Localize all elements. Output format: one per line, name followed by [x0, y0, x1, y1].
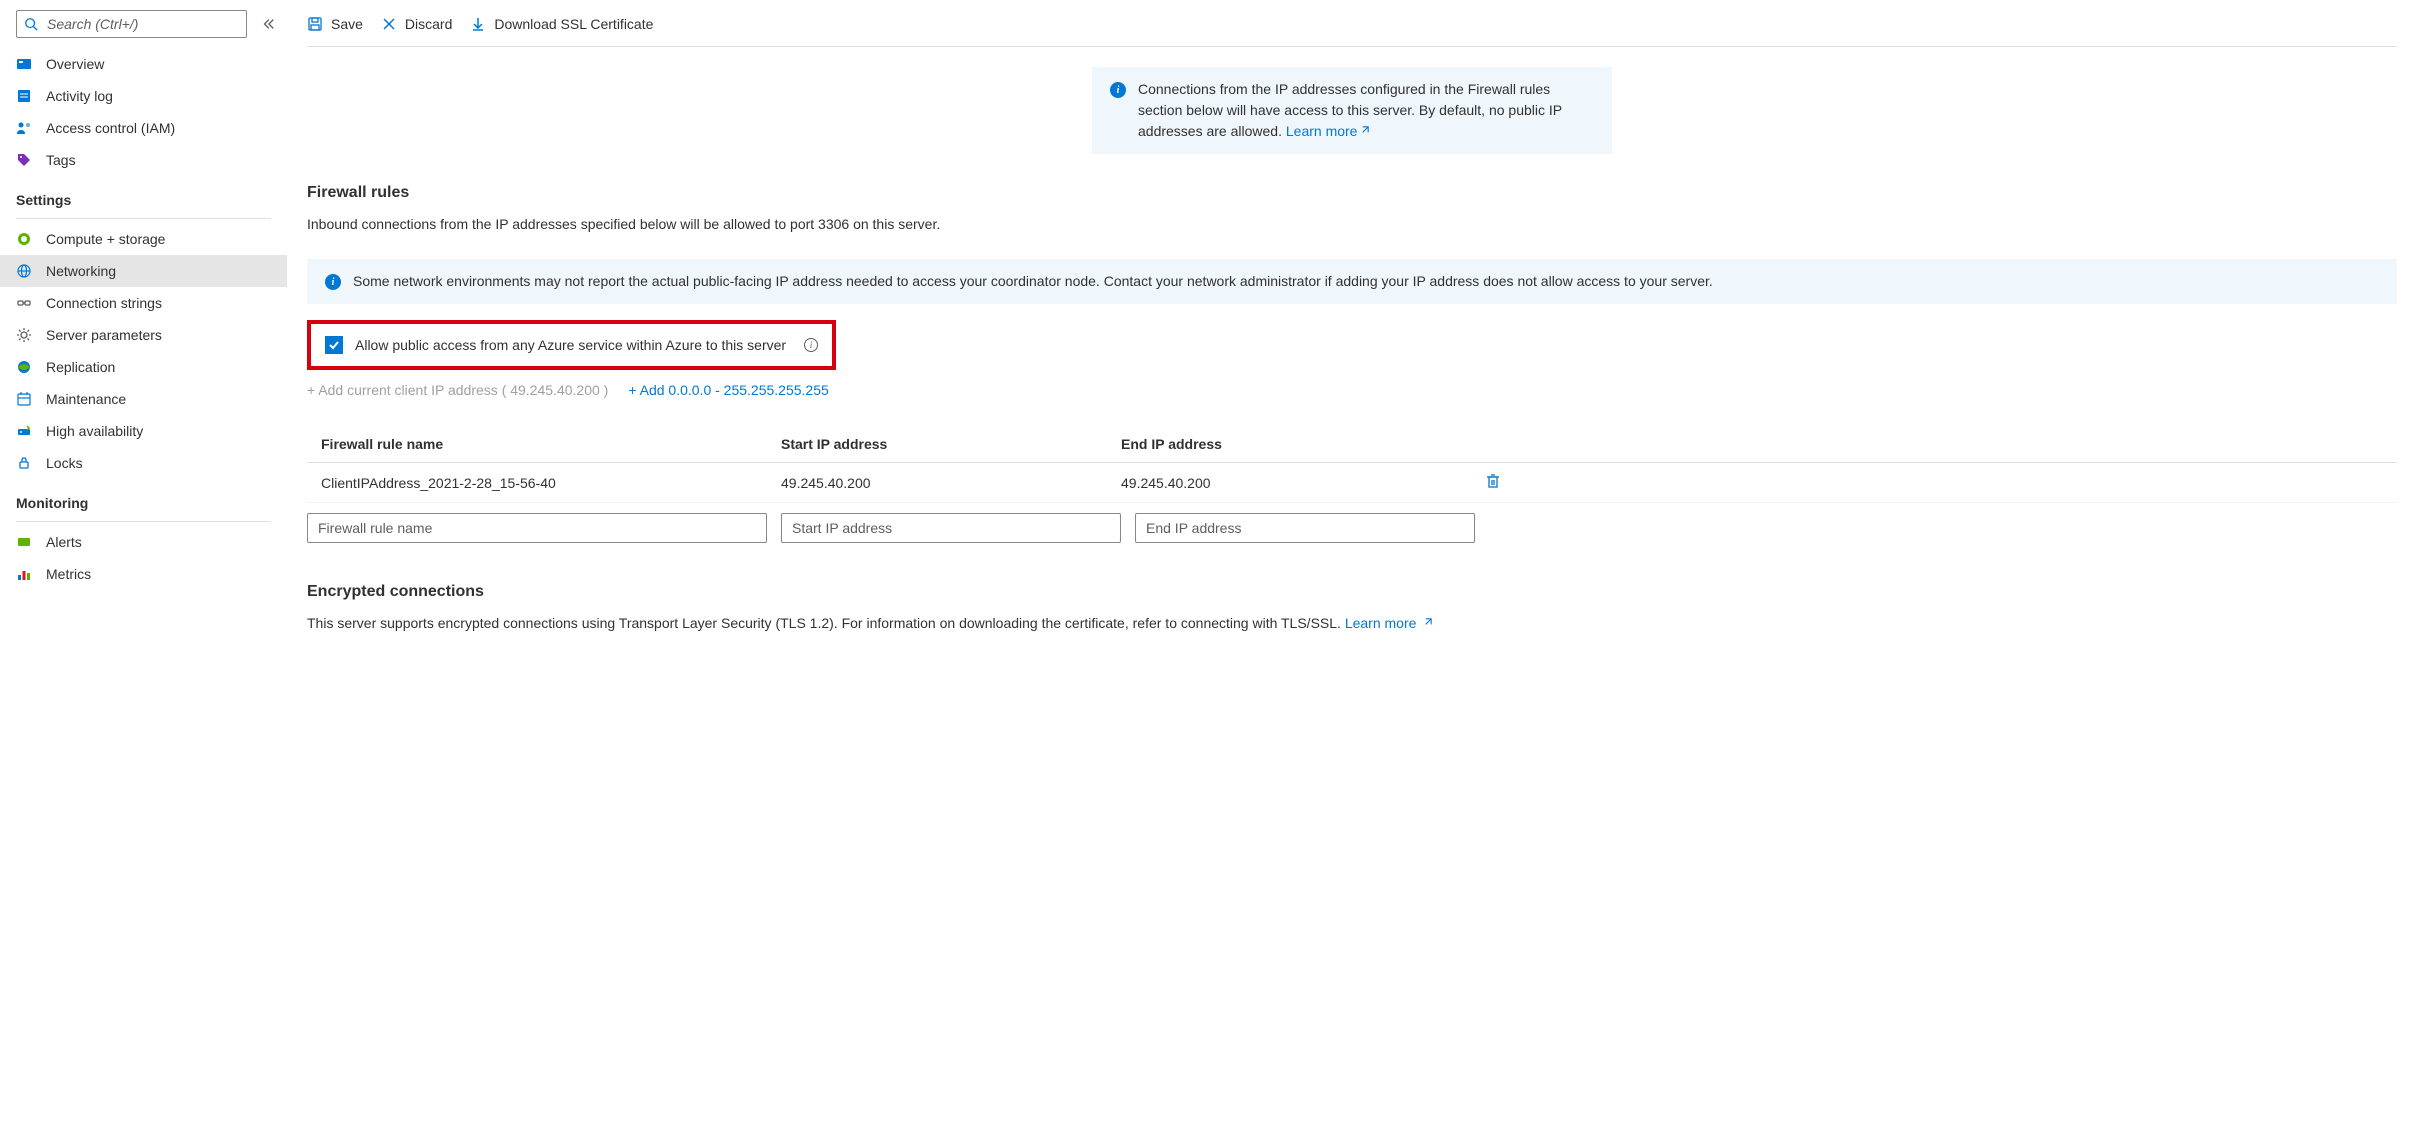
sidebar-item-alerts[interactable]: Alerts [0, 526, 287, 558]
content-scroll[interactable]: i Connections from the IP addresses conf… [307, 47, 2397, 675]
add-range-link[interactable]: + Add 0.0.0.0 - 255.255.255.255 [628, 382, 828, 398]
toolbar-label: Discard [405, 16, 452, 32]
firewall-table-header: Firewall rule name Start IP address End … [307, 426, 2397, 463]
locks-icon [16, 455, 32, 471]
tags-icon [16, 152, 32, 168]
network-info-banner: i Some network environments may not repo… [307, 259, 2397, 304]
sidebar-item-label: Activity log [46, 88, 113, 104]
sidebar-item-tags[interactable]: Tags [0, 144, 287, 176]
header-end-ip: End IP address [1121, 436, 1461, 452]
collapse-sidebar-button[interactable] [255, 11, 281, 37]
info-text: Some network environments may not report… [353, 271, 1713, 292]
alerts-icon [16, 534, 32, 550]
info-icon: i [1110, 82, 1126, 98]
connections-info-banner: i Connections from the IP addresses conf… [1092, 67, 1612, 154]
replication-icon [16, 359, 32, 375]
access-control-icon [16, 120, 32, 136]
discard-button[interactable]: Discard [381, 16, 452, 32]
cell-start-ip: 49.245.40.200 [781, 475, 1121, 491]
learn-more-link[interactable]: Learn more [1345, 615, 1433, 631]
toolbar: Save Discard Download SSL Certificate [307, 0, 2397, 47]
connection-strings-icon [16, 295, 32, 311]
info-text: Connections from the IP addresses config… [1138, 79, 1594, 142]
allow-azure-highlight: Allow public access from any Azure servi… [307, 320, 836, 370]
sidebar-item-server-parameters[interactable]: Server parameters [0, 319, 287, 351]
sidebar-top [0, 0, 293, 48]
sidebar-item-label: Metrics [46, 566, 91, 582]
toolbar-label: Download SSL Certificate [494, 16, 653, 32]
divider [16, 521, 271, 522]
sidebar: Overview Activity log Access control (IA… [0, 0, 293, 675]
info-tooltip-icon[interactable]: i [804, 338, 818, 352]
sidebar-item-compute-storage[interactable]: Compute + storage [0, 223, 287, 255]
sidebar-item-maintenance[interactable]: Maintenance [0, 383, 287, 415]
main-content: Save Discard Download SSL Certificate i … [293, 0, 2417, 675]
networking-icon [16, 263, 32, 279]
external-link-icon [1359, 121, 1370, 142]
encrypted-description: This server supports encrypted connectio… [307, 613, 2397, 634]
compute-icon [16, 231, 32, 247]
allow-azure-label: Allow public access from any Azure servi… [355, 337, 786, 353]
sidebar-item-label: High availability [46, 423, 143, 439]
server-params-icon [16, 327, 32, 343]
end-ip-input[interactable] [1135, 513, 1475, 543]
delete-rule-button[interactable] [1485, 473, 1501, 489]
learn-more-link[interactable]: Learn more [1286, 123, 1371, 139]
firewall-title: Firewall rules [307, 184, 2397, 202]
sidebar-item-label: Replication [46, 359, 115, 375]
sidebar-item-label: Maintenance [46, 391, 126, 407]
firewall-description: Inbound connections from the IP addresse… [307, 214, 2397, 235]
sidebar-item-replication[interactable]: Replication [0, 351, 287, 383]
sidebar-item-overview[interactable]: Overview [0, 48, 287, 80]
search-input[interactable] [16, 10, 247, 38]
sidebar-item-label: Networking [46, 263, 116, 279]
sidebar-item-connection-strings[interactable]: Connection strings [0, 287, 287, 319]
start-ip-input[interactable] [781, 513, 1121, 543]
sidebar-item-label: Compute + storage [46, 231, 165, 247]
sidebar-item-label: Tags [46, 152, 76, 168]
firewall-table: Firewall rule name Start IP address End … [307, 426, 2397, 553]
metrics-icon [16, 566, 32, 582]
search-icon [24, 17, 38, 31]
sidebar-item-label: Access control (IAM) [46, 120, 175, 136]
sidebar-item-locks[interactable]: Locks [0, 447, 287, 479]
divider [16, 218, 271, 219]
encrypted-title: Encrypted connections [307, 583, 2397, 601]
sidebar-section-settings: Settings [0, 176, 287, 214]
sidebar-item-metrics[interactable]: Metrics [0, 558, 287, 590]
sidebar-item-label: Overview [46, 56, 104, 72]
sidebar-item-label: Connection strings [46, 295, 162, 311]
cell-end-ip: 49.245.40.200 [1121, 475, 1461, 491]
sidebar-section-monitoring: Monitoring [0, 479, 287, 517]
sidebar-item-access-control[interactable]: Access control (IAM) [0, 112, 287, 144]
rule-name-input[interactable] [307, 513, 767, 543]
sidebar-item-label: Locks [46, 455, 83, 471]
sidebar-item-networking[interactable]: Networking [0, 255, 287, 287]
sidebar-item-label: Server parameters [46, 327, 162, 343]
external-link-icon [1422, 613, 1433, 634]
sidebar-item-label: Alerts [46, 534, 82, 550]
toolbar-label: Save [331, 16, 363, 32]
header-start-ip: Start IP address [781, 436, 1121, 452]
sidebar-nav[interactable]: Overview Activity log Access control (IA… [0, 48, 293, 675]
add-ip-links: + Add current client IP address ( 49.245… [307, 382, 2397, 398]
high-availability-icon [16, 423, 32, 439]
search-wrap [16, 10, 247, 38]
allow-azure-checkbox[interactable] [325, 336, 343, 354]
header-rule-name: Firewall rule name [321, 436, 781, 452]
cell-rule-name: ClientIPAddress_2021-2-28_15-56-40 [321, 475, 781, 491]
maintenance-icon [16, 391, 32, 407]
firewall-input-row [307, 503, 2397, 553]
firewall-rule-row: ClientIPAddress_2021-2-28_15-56-40 49.24… [307, 463, 2397, 503]
sidebar-item-activity-log[interactable]: Activity log [0, 80, 287, 112]
sidebar-item-high-availability[interactable]: High availability [0, 415, 287, 447]
activity-log-icon [16, 88, 32, 104]
save-button[interactable]: Save [307, 16, 363, 32]
info-icon: i [325, 274, 341, 290]
encrypted-section: Encrypted connections This server suppor… [307, 583, 2397, 634]
download-ssl-button[interactable]: Download SSL Certificate [470, 16, 653, 32]
add-client-ip-link[interactable]: + Add current client IP address ( 49.245… [307, 382, 608, 398]
overview-icon [16, 56, 32, 72]
